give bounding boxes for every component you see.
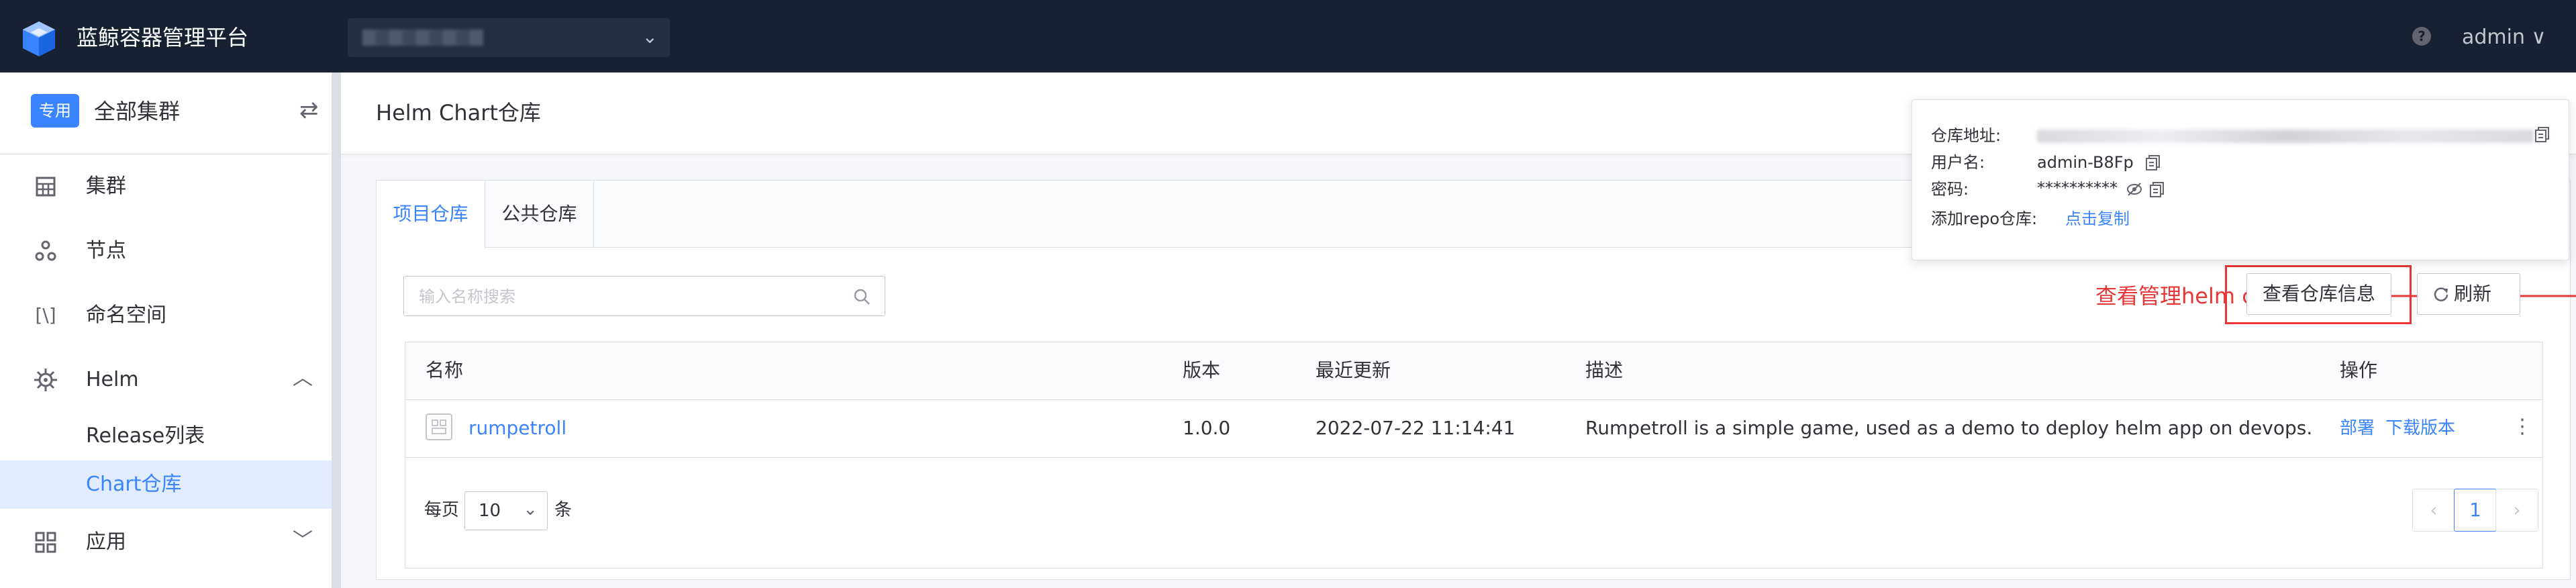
per-page-label: 每页 [424, 500, 460, 520]
nodes-icon [35, 240, 56, 261]
copy-icon[interactable] [2148, 181, 2166, 198]
project-name-redacted [362, 30, 483, 46]
download-version-link[interactable]: 下载版本 [2385, 415, 2455, 442]
sidebar-item-apps[interactable]: 应用 ﹀ [0, 510, 332, 575]
cluster-switcher[interactable]: 专用 全部集群 ⇄ [0, 72, 332, 154]
eye-hidden-icon[interactable] [2126, 181, 2143, 198]
table-row: rumpetroll 1.0.0 2022-07-22 11:14:41 Rum… [405, 400, 2542, 458]
sidebar-item-cluster[interactable]: 集群 [0, 154, 332, 219]
copy-icon[interactable] [2534, 126, 2551, 143]
more-actions-icon[interactable]: ⋮ [2512, 412, 2532, 442]
col-actions: 操作 [2340, 359, 2378, 381]
chart-package-icon [426, 413, 452, 440]
copy-icon[interactable] [2144, 154, 2162, 171]
chevron-down-icon: ⌄ [523, 499, 538, 520]
search-placeholder: 输入名称搜索 [419, 287, 515, 306]
sidebar-subitem-chart-repo[interactable]: Chart仓库 [0, 460, 332, 509]
chevron-down-icon: ⌄ [642, 26, 658, 48]
switch-icon[interactable]: ⇄ [299, 95, 319, 125]
chevron-up-icon: ︿ [293, 366, 313, 390]
repo-address-label: 仓库地址: [1931, 126, 2001, 145]
page-number-button[interactable]: 1 [2454, 489, 2497, 532]
chart-name-link[interactable]: rumpetroll [468, 415, 566, 442]
per-page-select[interactable]: 10 ⌄ [464, 491, 548, 530]
per-page-unit: 条 [554, 500, 573, 520]
sidebar-item-label: 集群 [86, 175, 126, 198]
sidebar-item-label: 应用 [86, 530, 126, 554]
cluster-name: 全部集群 [94, 99, 181, 124]
sidebar-subitem-label: Release列表 [86, 424, 205, 448]
sidebar-item-helm[interactable]: Helm ︿ [0, 348, 332, 412]
password-label: 密码: [1931, 180, 1969, 199]
project-selector[interactable]: ⌄ [348, 18, 670, 57]
helm-icon [34, 369, 57, 391]
cluster-type-badge: 专用 [31, 94, 79, 128]
chart-table: 名称 版本 最近更新 描述 操作 rumpetroll 1.0.0 2022-0… [405, 342, 2543, 569]
sidebar-item-label: 命名空间 [86, 303, 166, 327]
sidebar-item-namespace[interactable]: [\] 命名空间 [0, 283, 332, 348]
refresh-label: 刷新 [2454, 283, 2492, 305]
bk-logo-icon [23, 21, 55, 56]
sidebar-subitem-label: Chart仓库 [86, 473, 182, 496]
table-header: 名称 版本 最近更新 描述 操作 [405, 342, 2542, 400]
username-label: 用户名: [1931, 153, 1985, 172]
brackets-icon: [\] [35, 304, 56, 326]
app-title: 蓝鲸容器管理平台 [77, 25, 249, 50]
repo-info-popover: 仓库地址: 用户名: admin-B8Fp 密码: ********** 添加r… [1912, 99, 2569, 260]
chart-version: 1.0.0 [1183, 417, 1231, 439]
search-icon [854, 289, 870, 305]
tab-project-repo[interactable]: 项目仓库 [377, 181, 485, 248]
sidebar-item-nodes[interactable]: 节点 [0, 219, 332, 283]
chart-updated: 2022-07-22 11:14:41 [1316, 417, 1516, 439]
sidebar-subitem-release-list[interactable]: Release列表 [0, 412, 332, 460]
view-repo-info-button[interactable]: 查看仓库信息 [2246, 273, 2391, 315]
pagination-bar: 每页 10 ⌄ 条 ‹ 1 › [405, 458, 2542, 568]
col-updated: 最近更新 [1316, 359, 1391, 381]
grid-icon [36, 177, 56, 197]
col-version: 版本 [1183, 359, 1221, 381]
refresh-icon [2434, 287, 2448, 301]
copy-repo-command-link[interactable]: 点击复制 [2065, 207, 2130, 230]
col-description: 描述 [1585, 359, 1624, 381]
next-page-button[interactable]: › [2495, 489, 2538, 532]
user-menu[interactable]: admin ∨ [2462, 24, 2546, 51]
add-repo-label: 添加repo仓库: [1931, 209, 2038, 228]
repo-address-redacted [2037, 130, 2534, 143]
sidebar-item-label: Helm [86, 368, 139, 391]
prev-page-button[interactable]: ‹ [2412, 489, 2455, 532]
apps-icon [35, 532, 56, 553]
chevron-down-icon: ﹀ [293, 529, 313, 552]
username-value: admin-B8Fp [2037, 153, 2134, 172]
password-value: ********** [2037, 179, 2118, 197]
per-page-value: 10 [479, 501, 501, 521]
help-icon[interactable]: ? [2412, 27, 2431, 46]
deploy-link[interactable]: 部署 [2340, 415, 2375, 442]
refresh-button[interactable]: 刷新 [2417, 273, 2520, 315]
top-navbar: 蓝鲸容器管理平台 ⌄ ? admin ∨ [0, 0, 2576, 72]
chart-description: Rumpetroll is a simple game, used as a d… [1585, 417, 2313, 439]
tab-public-repo[interactable]: 公共仓库 [485, 181, 594, 248]
page-title: Helm Chart仓库 [376, 100, 541, 126]
sidebar-item-label: 节点 [86, 239, 126, 262]
col-name: 名称 [426, 359, 464, 381]
search-input[interactable]: 输入名称搜索 [403, 276, 885, 316]
sidebar: 专用 全部集群 ⇄ 集群 节点 [\] 命名空间 Helm ︿ Release列… [0, 72, 341, 588]
